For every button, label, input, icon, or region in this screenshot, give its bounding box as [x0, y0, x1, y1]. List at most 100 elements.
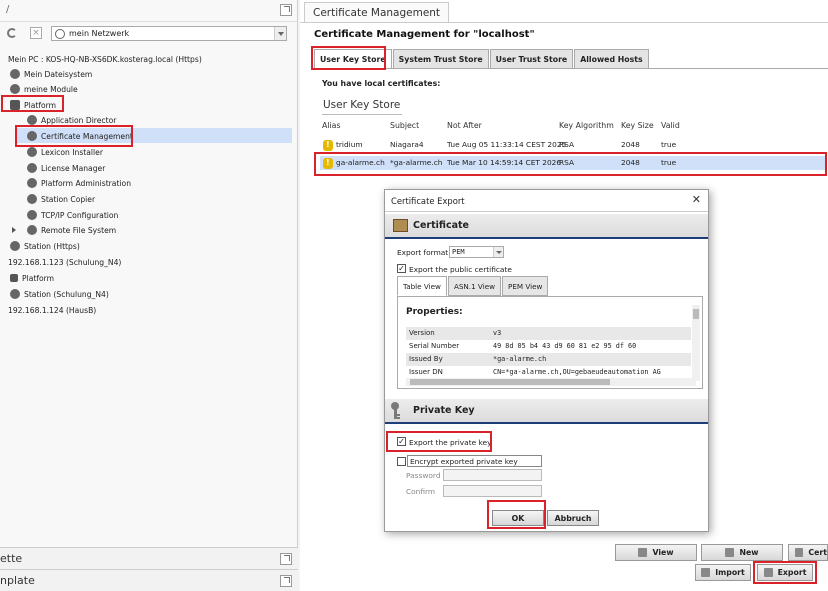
column-header-key-size[interactable]: Key Size — [621, 121, 654, 130]
tab-label: PEM View — [508, 281, 543, 291]
tab-table-view[interactable]: Table View — [397, 276, 447, 296]
tree-item-tcpip-configuration[interactable]: TCP/IP Configuration — [27, 208, 118, 222]
cell-not-after: Tue Aug 05 11:33:14 CEST 2025 — [447, 140, 567, 149]
tree-item-label: Platform Administration — [41, 178, 132, 188]
network-icon — [27, 210, 37, 220]
admin-icon — [27, 178, 37, 188]
tree-item-modules[interactable]: meine Module — [10, 82, 78, 96]
template-panel-header[interactable]: nplate — [0, 569, 298, 591]
column-header-valid[interactable]: Valid — [661, 121, 680, 130]
property-key: Serial Number — [409, 342, 460, 350]
license-icon — [27, 163, 37, 173]
import-icon — [701, 568, 711, 577]
column-header-subject[interactable]: Subject — [390, 121, 419, 130]
export-format-select[interactable]: PEM — [449, 246, 504, 258]
scrollbar-thumb[interactable] — [693, 309, 699, 319]
copier-icon — [27, 194, 37, 204]
tab-allowed-hosts[interactable]: Allowed Hosts — [574, 49, 649, 69]
property-row: Version v3 — [406, 327, 691, 340]
close-icon[interactable]: × — [30, 27, 42, 39]
column-header-not-after[interactable]: Not After — [447, 121, 482, 130]
remote-fs-icon — [27, 225, 37, 235]
view-icon — [638, 548, 648, 557]
network-select[interactable]: mein Netzwerk — [51, 26, 287, 41]
new-button[interactable]: New — [701, 544, 783, 561]
password-label: Password — [406, 471, 441, 480]
vertical-scrollbar[interactable] — [692, 305, 700, 381]
tab-certificate-management[interactable]: Certificate Management — [304, 2, 450, 22]
highlight-ok-button — [487, 500, 546, 529]
tab-pem-view[interactable]: PEM View — [502, 276, 549, 296]
chevron-down-icon[interactable] — [274, 27, 286, 40]
expand-caret-icon[interactable] — [12, 227, 19, 233]
tree-item-platform-administration[interactable]: Platform Administration — [27, 176, 131, 190]
export-format-value: PEM — [452, 248, 465, 256]
tree-item-lexicon-installer[interactable]: Lexicon Installer — [27, 145, 103, 159]
view-tabs: Table View ASN.1 View PEM View — [397, 276, 549, 296]
tab-label: Allowed Hosts — [580, 54, 643, 64]
property-value: 49 8d 05 b4 43 d9 60 81 e2 95 df 60 — [493, 342, 637, 350]
column-header-key-algorithm[interactable]: Key Algorithm — [559, 121, 614, 130]
tree-item-license-manager[interactable]: License Manager — [27, 161, 105, 175]
cancel-button[interactable]: Abbruch — [547, 510, 599, 526]
tree-item-my-pc[interactable]: Mein PC : KOS-HQ-NB-XS6DK.kosterag.local… — [8, 52, 202, 66]
password-input[interactable] — [443, 469, 542, 481]
tree-item-platform-2[interactable]: Platform — [10, 271, 54, 285]
button-label: View — [652, 548, 674, 557]
globe-icon — [55, 28, 65, 39]
tree-item-station-copier[interactable]: Station Copier — [27, 192, 95, 206]
property-key: Issued By — [409, 355, 443, 363]
palette-panel-header[interactable]: ette — [0, 547, 298, 569]
button-label: Import — [715, 568, 745, 577]
horizontal-scrollbar[interactable] — [406, 378, 696, 386]
tree-item-file-system[interactable]: Mein Dateisystem — [10, 67, 92, 81]
station-icon — [10, 241, 20, 251]
scrollbar-thumb[interactable] — [410, 379, 610, 385]
tree-item-label: TCP/IP Configuration — [41, 210, 119, 220]
section-title: User Key Store — [323, 99, 401, 111]
highlight-user-key-store-tab — [311, 46, 386, 70]
page-title: Certificate Management for "localhost" — [314, 29, 535, 40]
highlight-export-private-key — [386, 431, 492, 452]
network-select-value: mein Netzwerk — [69, 29, 130, 38]
tree-item-label: Lexicon Installer — [41, 147, 103, 157]
tree-item-station-https[interactable]: Station (Https) — [10, 239, 80, 253]
encrypt-private-key-checkbox[interactable] — [397, 457, 406, 466]
tree-item-host-123[interactable]: 192.168.1.123 (Schulung_N4) — [8, 255, 121, 269]
table-row[interactable]: tridium Niagara4 Tue Aug 05 11:33:14 CES… — [320, 138, 826, 152]
tree-item-remote-file-system[interactable]: Remote File System — [27, 223, 116, 237]
property-key: Version — [409, 329, 435, 337]
tab-asn1-view[interactable]: ASN.1 View — [447, 276, 501, 296]
tree-item-label: Platform — [22, 273, 55, 283]
maximize-icon[interactable] — [280, 553, 292, 565]
highlight-export-button — [753, 561, 817, 584]
platform-icon — [10, 274, 18, 282]
tree-item-host-124[interactable]: 192.168.1.124 (HausB) — [8, 303, 96, 317]
highlight-platform — [1, 95, 64, 112]
maximize-icon[interactable] — [280, 575, 292, 587]
cert-request-button[interactable]: Cert — [788, 544, 828, 561]
close-icon[interactable]: ✕ — [692, 193, 701, 206]
private-key-section-header: Private Key — [385, 399, 708, 424]
view-button[interactable]: View — [615, 544, 697, 561]
export-public-checkbox[interactable]: ✓ — [397, 264, 406, 273]
chevron-down-icon[interactable] — [493, 247, 503, 257]
refresh-icon[interactable] — [7, 28, 17, 38]
local-certs-text: You have local certificates: — [322, 79, 441, 88]
certificate-icon — [393, 219, 408, 232]
template-label: nplate — [0, 574, 35, 587]
import-button[interactable]: Import — [695, 564, 751, 581]
maximize-icon[interactable] — [280, 4, 292, 16]
confirm-password-input[interactable] — [443, 485, 542, 497]
tab-system-trust-store[interactable]: System Trust Store — [392, 49, 489, 69]
key-icon — [391, 402, 400, 419]
tree-item-station-schulung[interactable]: Station (Schulung_N4) — [10, 287, 109, 301]
station-icon — [10, 289, 20, 299]
navigation-panel: / × mein Netzwerk Mein PC : KOS-HQ-NB-XS… — [0, 0, 298, 591]
property-value: CN=*ga-alarme.ch,OU=gebaeudeautomation A… — [493, 368, 661, 376]
lexicon-icon — [27, 147, 37, 157]
column-header-alias[interactable]: Alias — [322, 121, 341, 130]
encrypt-private-key-field[interactable]: Encrypt exported private key — [407, 455, 542, 467]
tab-label: ASN.1 View — [453, 281, 495, 291]
tab-user-trust-store[interactable]: User Trust Store — [489, 49, 574, 69]
